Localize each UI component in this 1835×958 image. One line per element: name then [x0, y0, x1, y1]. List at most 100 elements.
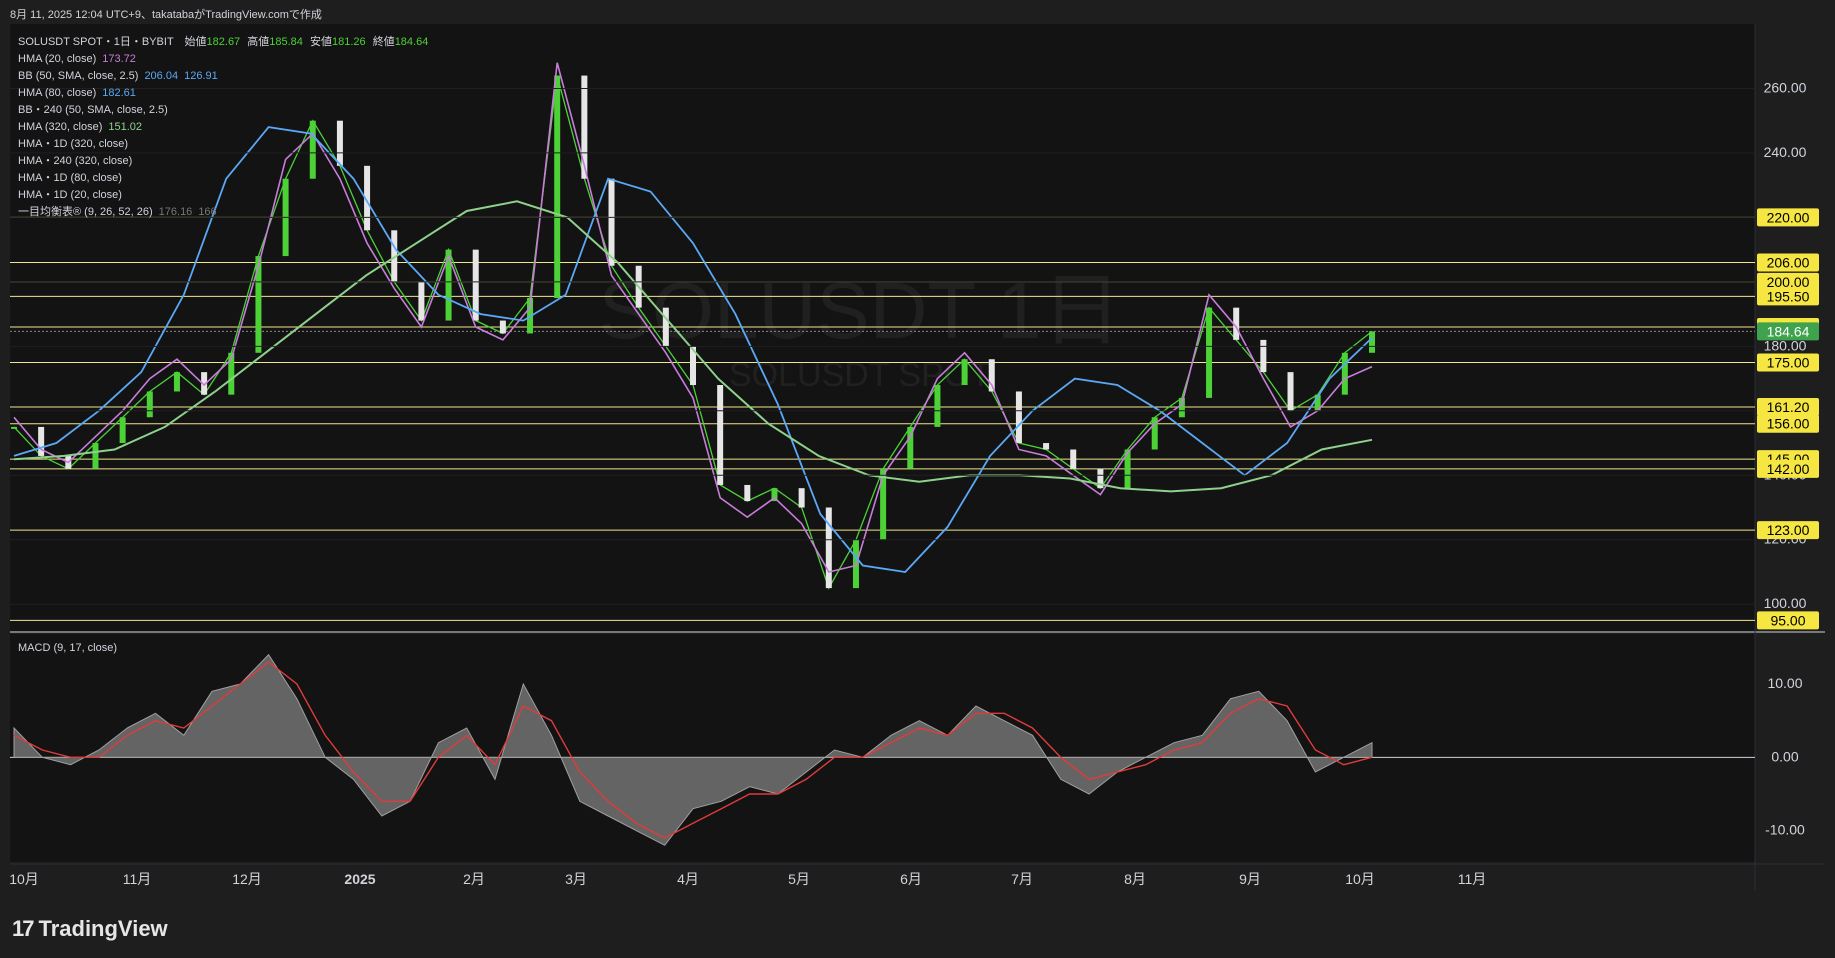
price-tick-label: 260.00 [1764, 79, 1807, 95]
candle [825, 507, 832, 589]
legend-hma320[interactable]: HMA (320, close) 151.02 [18, 119, 428, 136]
time-tick-label: 12月 [232, 871, 262, 887]
level-tag-label: 175.00 [1767, 354, 1810, 370]
high-value: 185.84 [269, 36, 303, 48]
candle [1178, 397, 1185, 418]
candle [119, 417, 126, 444]
chart-header: 8月 11, 2025 12:04 UTC+9、takatabaがTrading… [10, 9, 322, 21]
macd-label: MACD (9, 17, close) [18, 642, 118, 654]
bb-label: BB (50, SMA, close, 2.5) [18, 70, 139, 82]
candle [744, 484, 751, 502]
candle [608, 178, 615, 266]
indicator-legend: SOLUSDT SPOT・1日・BYBIT 始値182.67 高値185.84 … [18, 34, 428, 221]
time-tick-label: 5月 [788, 871, 810, 887]
candle [1287, 372, 1294, 411]
level-tag-label: 95.00 [1770, 612, 1805, 628]
candle [418, 281, 425, 321]
time-tick-label: 11月 [1458, 871, 1487, 887]
close-value: 184.64 [394, 36, 429, 48]
time-tick-label: 10月 [9, 871, 39, 887]
candle [173, 372, 180, 392]
ichimoku-label: 一目均衡表® (9, 26, 52, 26) [18, 206, 153, 218]
time-tick-label: 6月 [900, 871, 922, 887]
time-tick-label: 9月 [1239, 871, 1261, 887]
bb240-label: BB・240 (50, SMA, close, 2.5) [18, 104, 168, 116]
candle [1043, 443, 1050, 450]
price-tick-label: 240.00 [1764, 144, 1807, 160]
low-label: 安値 [309, 36, 332, 48]
legend-hma20[interactable]: HMA (20, close) 173.72 [18, 51, 428, 68]
candle [798, 488, 805, 508]
bb-lower-value: 126.91 [184, 70, 218, 82]
time-tick-label: 11月 [123, 871, 152, 887]
candle [499, 320, 506, 334]
open-label: 始値 [184, 36, 207, 48]
legend-hma1d320[interactable]: HMA・1D (320, close) [18, 136, 428, 153]
ichimoku-value-2: 166 [198, 206, 217, 218]
candle [961, 359, 968, 386]
hma80-label: HMA (80, close) [18, 87, 97, 99]
open-value: 182.67 [206, 36, 241, 48]
macd-legend[interactable]: MACD (9, 17, close) [18, 640, 117, 657]
symbol-label: SOLUSDT SPOT・1日・BYBIT [18, 36, 174, 48]
legend-bb[interactable]: BB (50, SMA, close, 2.5) 206.04 126.91 [18, 68, 428, 85]
time-tick-label: 2月 [463, 871, 485, 887]
candle [1369, 331, 1375, 353]
legend-hma1d20[interactable]: HMA・1D (20, close) [18, 187, 428, 204]
candle [934, 385, 941, 427]
level-tag-label: 161.20 [1767, 399, 1810, 415]
bb-upper-value: 206.04 [144, 70, 179, 82]
level-tag-label: 142.00 [1767, 461, 1810, 477]
candle [554, 75, 561, 298]
candle [1341, 352, 1348, 395]
close-label: 終値 [372, 36, 395, 48]
legend-hma80[interactable]: HMA (80, close) 182.61 [18, 85, 428, 102]
ichimoku-value-1: 176.16 [158, 206, 193, 218]
brand-name: TradingView [38, 916, 168, 941]
candle [1015, 391, 1022, 444]
time-tick-label: 3月 [565, 871, 587, 887]
macd-tick-label: 0.00 [1771, 748, 1798, 764]
price-tick-label: 100.00 [1764, 595, 1807, 611]
candle [92, 443, 99, 469]
time-tick-label: 4月 [677, 871, 699, 887]
hma1d320-label: HMA・1D (320, close) [18, 138, 129, 150]
legend-hma1d80[interactable]: HMA・1D (80, close) [18, 170, 428, 187]
legend-symbol-row[interactable]: SOLUSDT SPOT・1日・BYBIT 始値182.67 高値185.84 … [18, 34, 428, 51]
high-label: 高値 [247, 36, 270, 48]
hma80-value: 182.61 [102, 87, 136, 99]
hma240-label: HMA・240 (320, close) [18, 155, 133, 167]
time-tick-label: 2025 [344, 871, 375, 887]
last-price-label: 184.64 [1767, 323, 1810, 339]
candle [717, 385, 724, 485]
hma320-value: 151.02 [108, 121, 143, 133]
tradingview-logo-icon: 17 [12, 916, 35, 941]
time-tick-label: 7月 [1011, 871, 1033, 887]
candle [662, 307, 669, 347]
time-tick-label: 8月 [1124, 871, 1146, 887]
hma1d80-label: HMA・1D (80, close) [18, 172, 122, 184]
low-value: 181.26 [331, 36, 366, 48]
hma1d20-label: HMA・1D (20, close) [18, 189, 122, 201]
level-tag-label: 220.00 [1767, 209, 1810, 225]
time-tick-label: 10月 [1345, 871, 1375, 887]
hma20-label: HMA (20, close) [18, 53, 97, 65]
legend-ichimoku[interactable]: 一目均衡表® (9, 26, 52, 26) 176.16 166 [18, 204, 428, 221]
macd-tick-label: 10.00 [1767, 675, 1802, 691]
legend-hma240[interactable]: HMA・240 (320, close) [18, 153, 428, 170]
macd-tick-label: -10.00 [1765, 822, 1805, 838]
hma20-value: 173.72 [102, 53, 136, 65]
legend-bb240[interactable]: BB・240 (50, SMA, close, 2.5) [18, 102, 428, 119]
candle [1070, 449, 1077, 469]
candle [146, 391, 153, 418]
level-tag-label: 156.00 [1767, 416, 1810, 432]
watermark-big: SOLUSDT 1日 [598, 266, 1121, 355]
candle [11, 426, 17, 429]
brand[interactable]: 17 TradingView [12, 916, 168, 942]
level-tag-label: 206.00 [1767, 255, 1810, 271]
level-tag-label: 123.00 [1767, 522, 1810, 538]
candle [38, 426, 45, 456]
watermark-small: SOLUSDT SPOT [729, 356, 991, 394]
level-tag-label: 195.50 [1767, 288, 1810, 304]
hma320-label: HMA (320, close) [18, 121, 103, 133]
